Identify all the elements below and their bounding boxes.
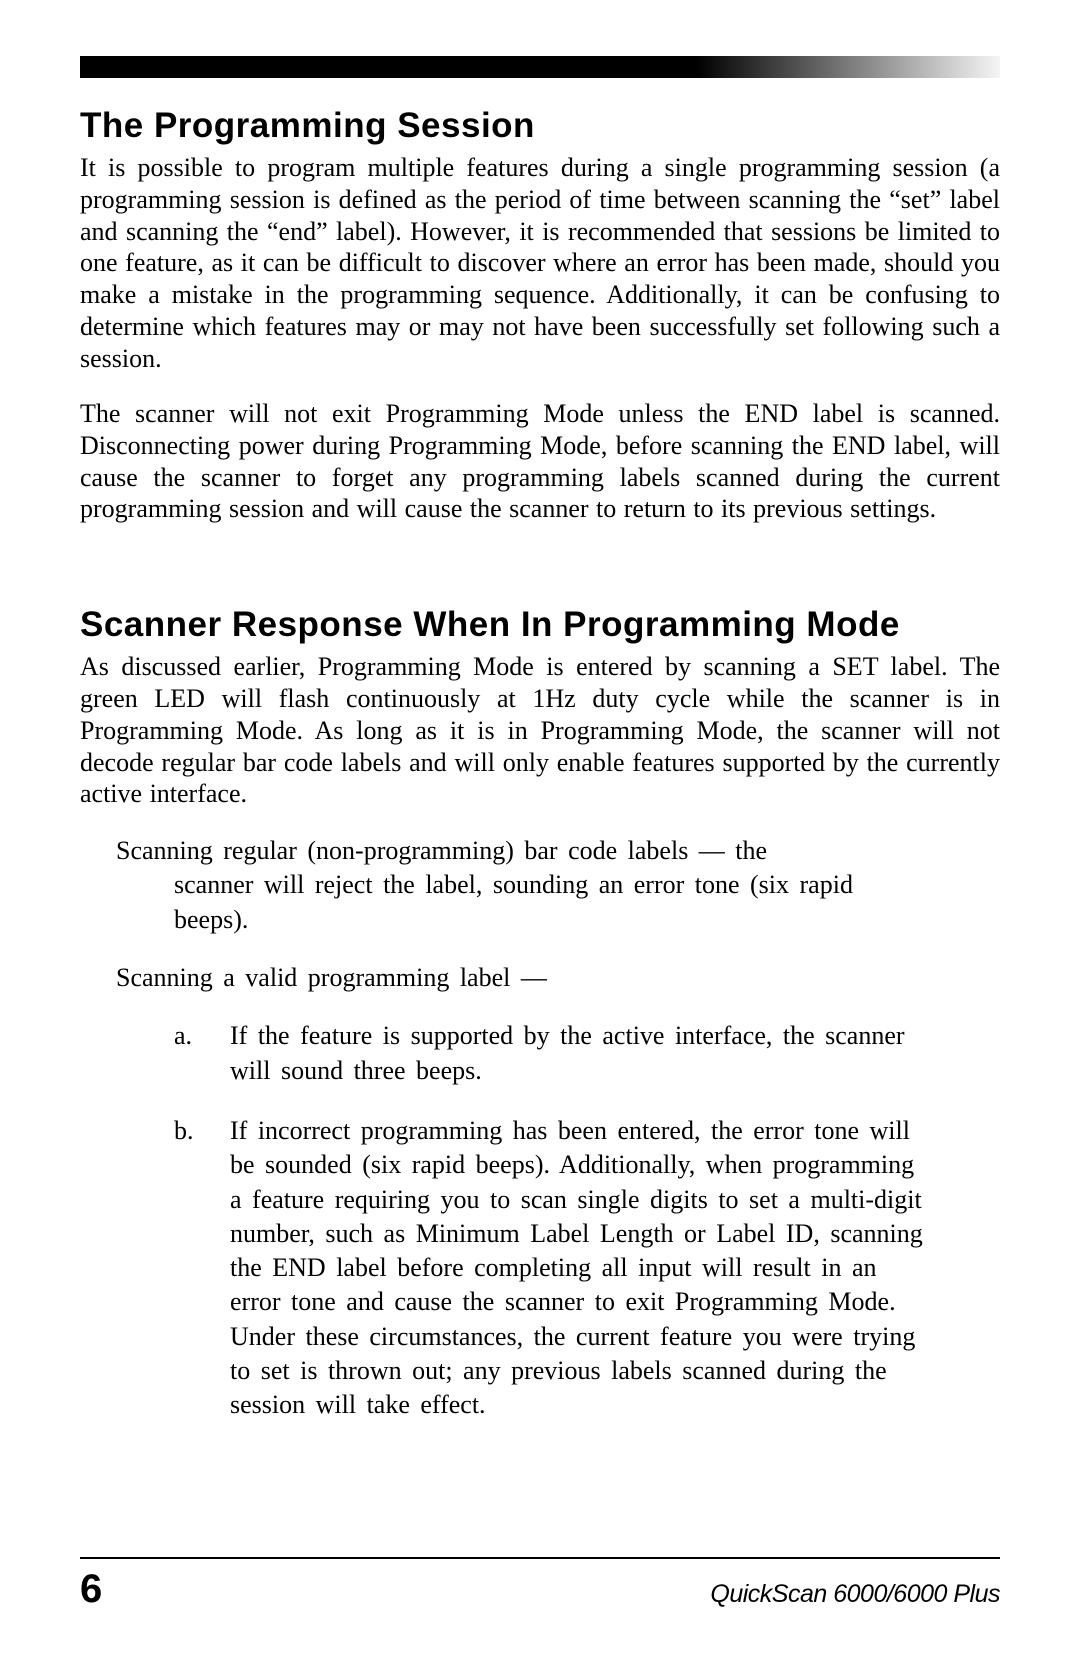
paragraph: The scanner will not exit Programming Mo…: [80, 398, 1000, 525]
list-continuation: scanner will reject the label, sounding …: [174, 868, 930, 937]
section-heading-scanner-response: Scanner Response When In Programming Mod…: [80, 605, 1000, 645]
footer-rule: [80, 1557, 1000, 1559]
header-rule: [80, 56, 1000, 78]
list-item: b. If incorrect programming has been ent…: [174, 1114, 930, 1423]
list-lead: Scanning a valid programming label —: [116, 961, 930, 995]
list-lead: Scanning regular (non-programming) bar c…: [116, 834, 930, 937]
document-page: The Programming Session It is possible t…: [0, 0, 1080, 1669]
section-heading-programming-session: The Programming Session: [80, 106, 1000, 146]
ordered-list: a. If the feature is supported by the ac…: [174, 1019, 930, 1422]
page-number: 6: [80, 1569, 102, 1609]
list-item: a. If the feature is supported by the ac…: [174, 1019, 930, 1088]
list-marker: a.: [174, 1019, 192, 1053]
page-footer: 6 QuickScan 6000/6000 Plus: [80, 1557, 1000, 1609]
document-title: QuickScan 6000/6000 Plus: [710, 1580, 1000, 1609]
paragraph: It is possible to program multiple featu…: [80, 152, 1000, 374]
text: Scanning regular (non-programming) bar c…: [116, 836, 767, 865]
paragraph: As discussed earlier, Programming Mode i…: [80, 651, 1000, 810]
list-item-text: If the feature is supported by the activ…: [230, 1021, 905, 1084]
list-item-text: If incorrect programming has been entere…: [230, 1116, 923, 1420]
list-marker: b.: [174, 1114, 194, 1148]
sub-block: Scanning regular (non-programming) bar c…: [116, 834, 930, 1423]
